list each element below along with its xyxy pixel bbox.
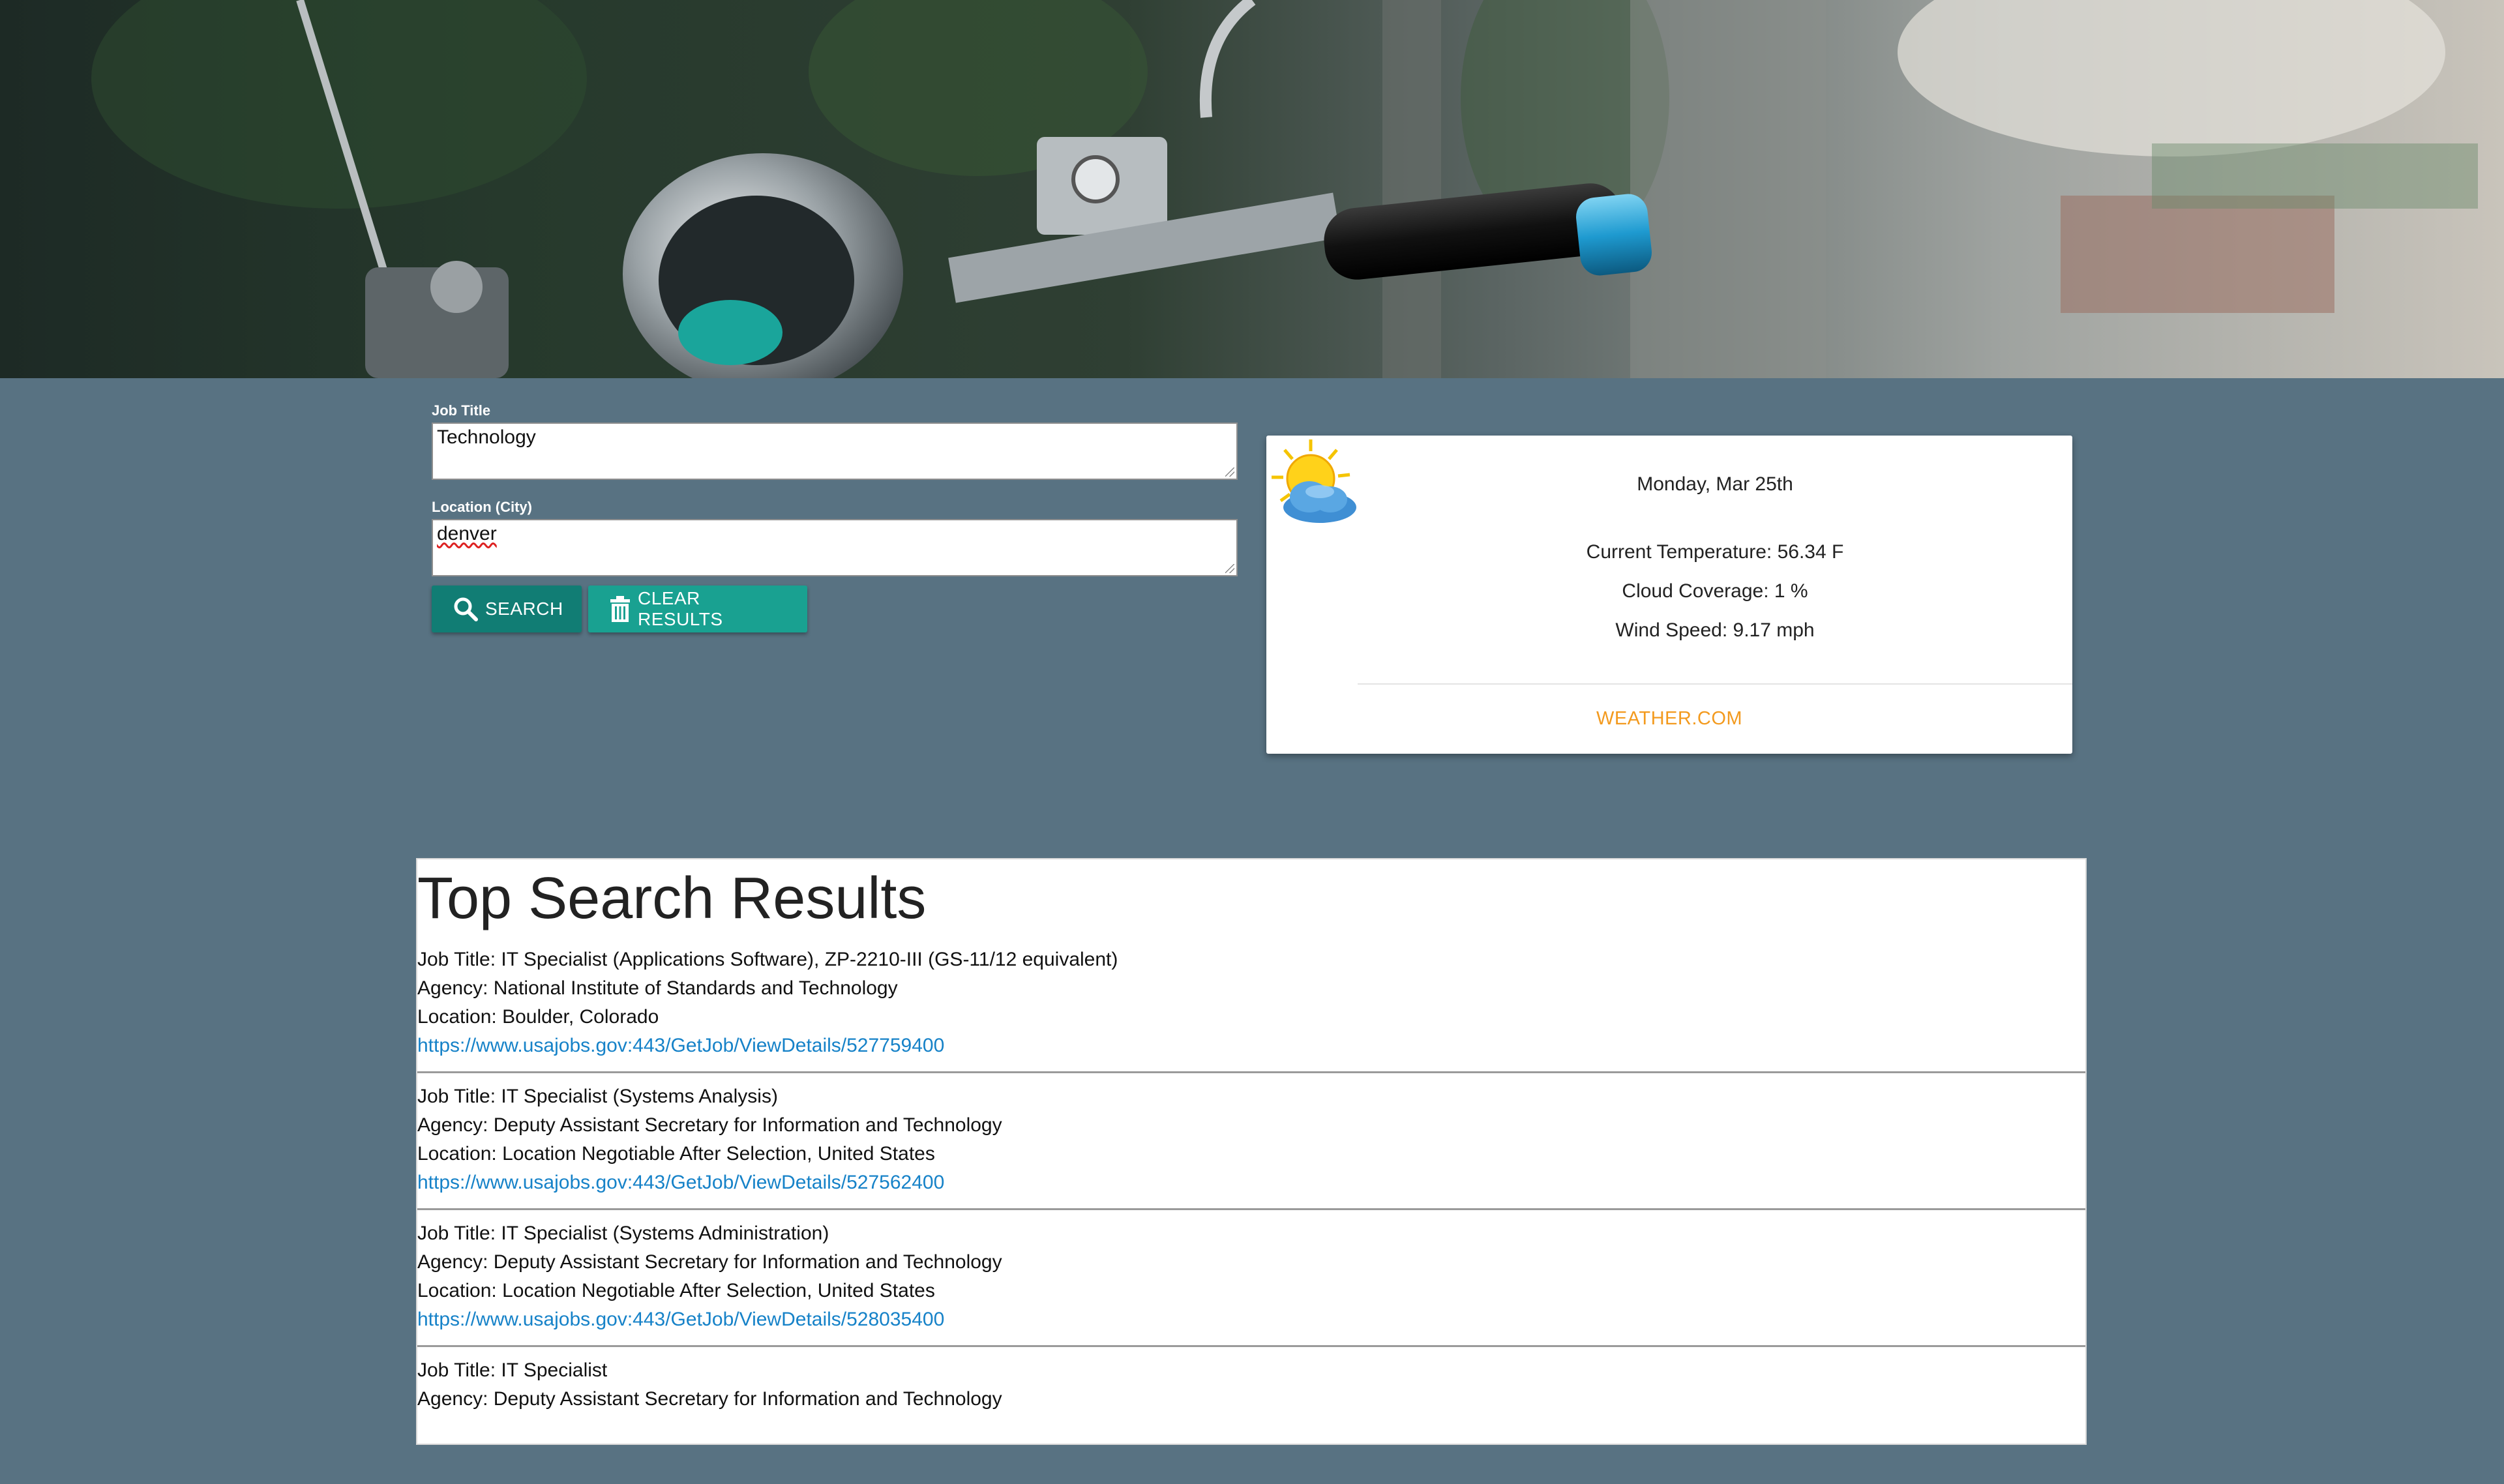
motorcycle-handlebar-illustration bbox=[0, 0, 2504, 378]
result-item: Job Title: IT Specialist Agency: Deputy … bbox=[417, 1347, 2085, 1484]
location-value: denver bbox=[437, 523, 497, 544]
weather-card: Monday, Mar 25th Current Temperature: 56… bbox=[1266, 436, 2072, 754]
weather-com-link[interactable]: WEATHER.COM bbox=[1266, 708, 2057, 730]
result-agency: Agency: National Institute of Standards … bbox=[417, 977, 898, 999]
clear-results-button-label: CLEAR RESULTS bbox=[638, 588, 723, 629]
weather-temperature: Current Temperature: 56.34 F bbox=[1586, 541, 1844, 563]
job-search-form: Job Title Technology Location (City) den… bbox=[432, 403, 1238, 632]
result-job-title: Job Title: IT Specialist (Systems Analys… bbox=[417, 1086, 778, 1107]
search-icon bbox=[453, 596, 479, 622]
result-agency: Agency: Deputy Assistant Secretary for I… bbox=[417, 1388, 1002, 1410]
result-job-title: Job Title: IT Specialist bbox=[417, 1359, 608, 1381]
result-location: Location: Location Negotiable After Sele… bbox=[417, 1143, 935, 1165]
result-agency: Agency: Deputy Assistant Secretary for I… bbox=[417, 1114, 1002, 1136]
resize-handle-icon[interactable] bbox=[1225, 564, 1234, 573]
result-item: Job Title: IT Specialist (Applications S… bbox=[417, 945, 2085, 1073]
result-job-title: Job Title: IT Specialist (Applications S… bbox=[417, 949, 1118, 970]
trash-icon bbox=[609, 596, 631, 622]
result-location: Location: Boulder, Colorado bbox=[417, 1006, 659, 1028]
result-location: Location: Location Negotiable After Sele… bbox=[417, 1280, 935, 1301]
result-agency: Agency: Deputy Assistant Secretary for I… bbox=[417, 1251, 1002, 1273]
partly-cloudy-sun-icon bbox=[1268, 437, 1362, 531]
weather-cloud-coverage: Cloud Coverage: 1 % bbox=[1622, 580, 1808, 602]
location-input[interactable]: denver bbox=[432, 519, 1238, 576]
search-results-panel: Top Search Results Job Title: IT Special… bbox=[416, 858, 2087, 1445]
weather-wind-speed: Wind Speed: 9.17 mph bbox=[1615, 619, 1815, 641]
job-title-value: Technology bbox=[437, 426, 536, 448]
location-label: Location (City) bbox=[432, 499, 532, 515]
form-actions: SEARCH CLEAR RESULTS bbox=[432, 586, 1238, 632]
result-job-title: Job Title: IT Specialist (Systems Admini… bbox=[417, 1223, 829, 1244]
search-button-label: SEARCH bbox=[485, 599, 563, 619]
hero-banner-image bbox=[0, 0, 2504, 378]
search-button[interactable]: SEARCH bbox=[432, 586, 582, 632]
clear-results-button[interactable]: CLEAR RESULTS bbox=[588, 586, 807, 632]
resize-handle-icon[interactable] bbox=[1225, 467, 1234, 477]
weather-divider bbox=[1358, 683, 2072, 685]
weather-date: Monday, Mar 25th bbox=[1637, 473, 1793, 495]
result-link[interactable]: https://www.usajobs.gov:443/GetJob/ViewD… bbox=[417, 1031, 2085, 1060]
results-heading: Top Search Results bbox=[417, 866, 927, 931]
result-item: Job Title: IT Specialist (Systems Analys… bbox=[417, 1073, 2085, 1210]
result-link[interactable]: https://www.usajobs.gov:443/GetJob/ViewD… bbox=[417, 1168, 2085, 1197]
result-item: Job Title: IT Specialist (Systems Admini… bbox=[417, 1210, 2085, 1347]
result-link[interactable]: https://www.usajobs.gov:443/GetJob/ViewD… bbox=[417, 1305, 2085, 1334]
job-title-label: Job Title bbox=[432, 402, 491, 419]
job-title-input[interactable]: Technology bbox=[432, 423, 1238, 480]
